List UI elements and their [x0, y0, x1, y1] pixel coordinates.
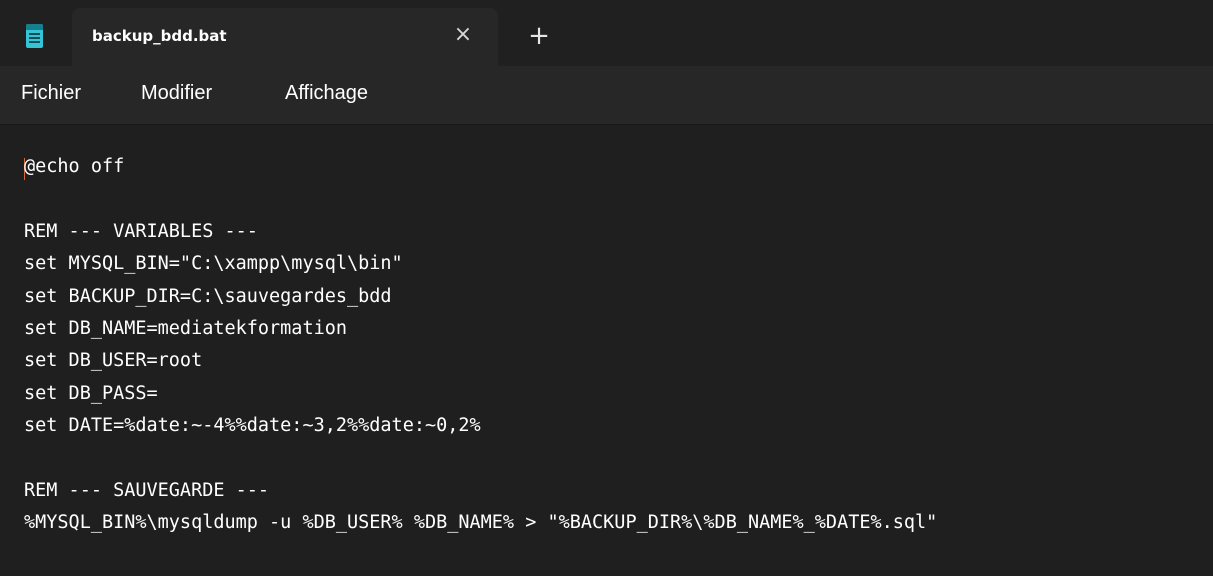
editor-line: REM --- SAUVEGARDE --- [24, 479, 270, 501]
notepad-icon [26, 24, 43, 48]
tab-title: backup_bdd.bat [92, 27, 227, 45]
editor-line: set DB_NAME=mediatekformation [24, 317, 348, 339]
menu-bar: Fichier Modifier Affichage [0, 66, 1213, 124]
editor-line: set DB_PASS= [24, 382, 158, 404]
title-bar: backup_bdd.bat × + [0, 0, 1213, 66]
close-tab-icon[interactable]: × [448, 20, 478, 50]
editor-line: %MYSQL_BIN%\mysqldump -u %DB_USER% %DB_N… [24, 512, 938, 534]
tab-backup-bdd[interactable]: backup_bdd.bat × [72, 8, 498, 66]
editor-text[interactable]: @echo off REM --- VARIABLES --- set MYSQL_… [24, 151, 937, 540]
text-editor-area[interactable]: @echo off REM --- VARIABLES --- set MYSQL_… [0, 125, 1213, 576]
editor-line: set BACKUP_DIR=C:\sauvegardes_bdd [24, 285, 392, 307]
menu-affichage[interactable]: Affichage [285, 82, 368, 105]
editor-line: @echo off [24, 156, 125, 177]
new-tab-icon[interactable]: + [523, 20, 555, 52]
editor-line: REM --- VARIABLES --- [24, 220, 258, 242]
editor-line: set DATE=%date:~-4%%date:~3,2%%date:~0,2… [24, 415, 481, 437]
menu-modifier[interactable]: Modifier [141, 82, 212, 105]
menu-fichier[interactable]: Fichier [21, 82, 81, 105]
editor-line: set MYSQL_BIN="C:\xampp\mysql\bin" [24, 253, 403, 275]
editor-line: set DB_USER=root [24, 350, 203, 372]
